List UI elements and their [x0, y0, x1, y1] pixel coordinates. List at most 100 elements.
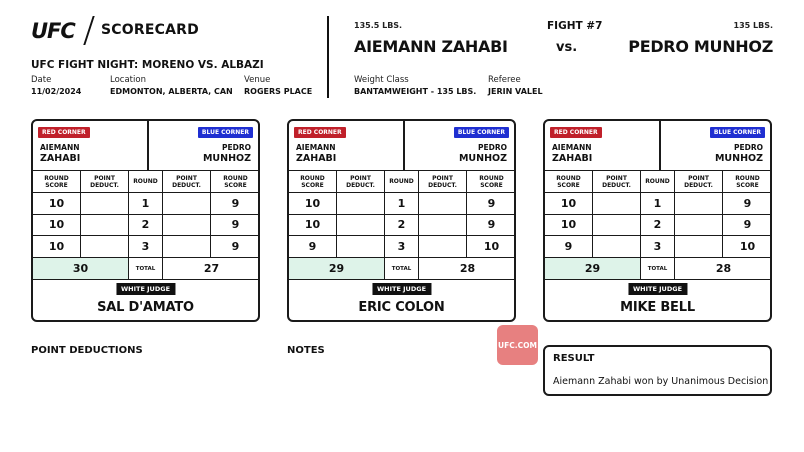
round-header: ROUND [128, 171, 162, 192]
card-header: RED CORNER BLUE CORNER AIEMANN ZAHABI PE… [545, 121, 770, 171]
blue-round-score-header: ROUND SCORE [722, 171, 770, 192]
blue-point-deduct [162, 214, 210, 235]
round-number: 1 [640, 193, 674, 214]
page-title: SCORECARD [101, 22, 199, 38]
blue-round-score: 9 [210, 193, 258, 214]
score-header-row: ROUND SCORE POINT DEDUCT. ROUND POINT DEDUC… [545, 171, 770, 193]
red-fighter-last-name: ZAHABI [552, 153, 593, 164]
total-row: 30 TOTAL 27 [33, 258, 258, 280]
judge-name: ERIC COLON [358, 300, 445, 315]
blue-corner-badge: BLUE CORNER [709, 127, 765, 138]
round-row: 10 3 9 [33, 236, 258, 258]
card-header: RED CORNER BLUE CORNER AIEMANN ZAHABI PE… [33, 121, 258, 171]
round-number: 3 [128, 236, 162, 257]
vs-label: vs. [556, 40, 578, 55]
blue-point-deduct [674, 236, 722, 257]
fight-number: FIGHT #7 [547, 20, 603, 32]
blue-point-deduct-header: POINT DEDUCT. [418, 171, 466, 192]
location-value: EDMONTON, ALBERTA, CAN [110, 87, 233, 96]
red-fighter-first-name: AIEMANN [552, 143, 592, 152]
date-label: Date [31, 75, 52, 85]
red-corner-badge: RED CORNER [294, 127, 346, 138]
total-label: TOTAL [384, 258, 418, 279]
blue-fighter-first-name: PEDRO [734, 143, 763, 152]
round-number: 1 [128, 193, 162, 214]
round-row: 10 2 9 [33, 214, 258, 236]
result-text: Aiemann Zahabi won by Unanimous Decision [553, 376, 769, 387]
blue-round-score: 9 [466, 214, 514, 235]
score-header-row: ROUND SCORE POINT DEDUCT. ROUND POINT DEDUC… [33, 171, 258, 193]
round-row: 10 1 9 [33, 193, 258, 215]
total-label: TOTAL [640, 258, 674, 279]
red-point-deduct [592, 193, 640, 214]
header-divider [147, 121, 149, 171]
blue-point-deduct [674, 214, 722, 235]
blue-fighter-last-name: MUNHOZ [458, 153, 507, 164]
white-judge-badge: WHITE JUDGE [371, 283, 432, 295]
blue-corner-badge: BLUE CORNER [197, 127, 253, 138]
notes-title: NOTES [287, 345, 325, 356]
blue-round-score: 10 [722, 236, 770, 257]
blue-fighter-name: PEDRO MUNHOZ [628, 37, 773, 56]
result-title: RESULT [553, 353, 595, 364]
red-total: 30 [33, 258, 128, 279]
red-point-deduct [592, 214, 640, 235]
judge-card-1: RED CORNER BLUE CORNER AIEMANN ZAHABI PE… [31, 119, 260, 322]
round-row: 10 1 9 [289, 193, 514, 215]
referee-label: Referee [488, 75, 521, 85]
blue-point-deduct [418, 236, 466, 257]
header-divider [327, 16, 329, 98]
round-header: ROUND [384, 171, 418, 192]
white-judge-badge: WHITE JUDGE [115, 283, 176, 295]
header-divider [659, 121, 661, 171]
result-box: RESULT Aiemann Zahabi won by Unanimous D… [543, 345, 772, 396]
red-round-score: 10 [304, 196, 321, 210]
round-number: 3 [384, 236, 418, 257]
blue-round-score: 9 [722, 214, 770, 235]
ufc-logo: UFC [31, 19, 76, 43]
red-total: 29 [545, 258, 640, 279]
blue-point-deduct [162, 236, 210, 257]
judge-card-2: RED CORNER BLUE CORNER AIEMANN ZAHABI PE… [287, 119, 516, 322]
red-point-deduct-header: POINT DEDUCT. [336, 171, 384, 192]
venue-label: Venue [244, 75, 271, 85]
red-point-deduct [80, 236, 128, 257]
blue-fighter-weight: 135 LBS. [733, 21, 773, 30]
blue-fighter-first-name: PEDRO [478, 143, 507, 152]
total-row: 29 TOTAL 28 [545, 258, 770, 280]
judge-name: SAL D'AMATO [97, 300, 194, 315]
red-round-score: 10 [48, 239, 65, 253]
round-number: 2 [128, 214, 162, 235]
red-point-deduct-header: POINT DEDUCT. [80, 171, 128, 192]
round-header: ROUND [640, 171, 674, 192]
white-judge-badge: WHITE JUDGE [627, 283, 688, 295]
red-fighter-first-name: AIEMANN [296, 143, 336, 152]
blue-point-deduct-header: POINT DEDUCT. [674, 171, 722, 192]
header-divider [403, 121, 405, 171]
round-row: 10 1 9 [545, 193, 770, 215]
red-round-score: 10 [560, 196, 577, 210]
red-round-score: 10 [304, 218, 321, 232]
blue-round-score: 9 [722, 193, 770, 214]
total-label: TOTAL [128, 258, 162, 279]
red-round-score: 9 [564, 239, 573, 253]
blue-total: 28 [418, 258, 514, 279]
red-round-score: 10 [560, 218, 577, 232]
red-point-deduct [592, 236, 640, 257]
blue-point-deduct [418, 214, 466, 235]
red-point-deduct [336, 236, 384, 257]
red-point-deduct [336, 214, 384, 235]
red-point-deduct-header: POINT DEDUCT. [592, 171, 640, 192]
blue-point-deduct-header: POINT DEDUCT. [162, 171, 210, 192]
blue-fighter-last-name: MUNHOZ [202, 153, 251, 164]
round-row: 9 3 10 [289, 236, 514, 258]
venue-value: ROGERS PLACE [244, 87, 313, 96]
ufc-com-link[interactable]: UFC.COM [497, 325, 538, 365]
round-number: 1 [384, 193, 418, 214]
round-row: 10 2 9 [289, 214, 514, 236]
blue-corner-badge: BLUE CORNER [453, 127, 509, 138]
judge-card-3: RED CORNER BLUE CORNER AIEMANN ZAHABI PE… [543, 119, 772, 322]
red-round-score: 9 [308, 239, 317, 253]
red-fighter-first-name: AIEMANN [40, 143, 80, 152]
red-fighter-name: AIEMANN ZAHABI [354, 37, 508, 56]
